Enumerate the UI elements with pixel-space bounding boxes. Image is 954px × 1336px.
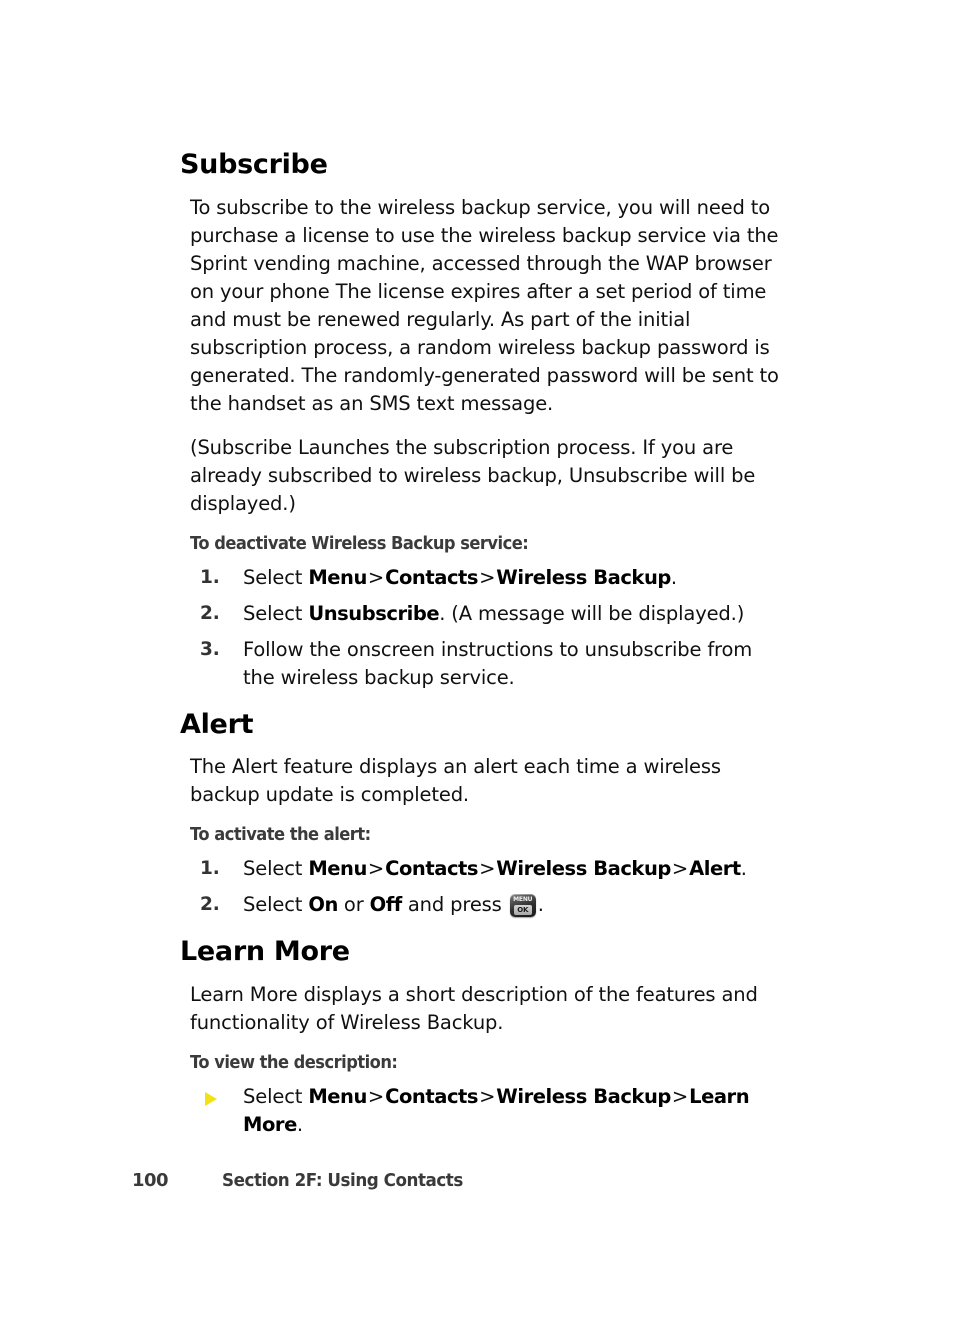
path-separator: > bbox=[479, 1085, 496, 1109]
step-number: 2. bbox=[200, 894, 220, 916]
step-text-press: and press bbox=[401, 893, 508, 917]
ui-term-contacts: Contacts bbox=[385, 1085, 479, 1109]
paragraph: To subscribe to the wireless backup serv… bbox=[190, 195, 779, 415]
ui-term-menu: Menu bbox=[308, 565, 367, 589]
subheading-deactivate: To deactivate Wireless Backup service: bbox=[190, 533, 529, 554]
ui-term-menu: Menu bbox=[308, 857, 367, 881]
list-item: 1. Select Menu>Contacts>Wireless Backup>… bbox=[190, 855, 786, 883]
step-text-or: or bbox=[337, 893, 370, 917]
steps-list-deactivate: 1. Select Menu>Contacts>Wireless Backup.… bbox=[190, 564, 786, 692]
page-title-alert: Alert bbox=[180, 708, 254, 740]
list-item: 2. Select Unsubscribe. (A message will b… bbox=[190, 600, 786, 628]
step-text-suffix: . bbox=[740, 857, 747, 881]
footer-section-label: Section 2F: Using Contacts bbox=[222, 1170, 463, 1191]
section-alert: Alert The Alert feature displays an aler… bbox=[180, 708, 790, 920]
step-text-prefix: Select bbox=[243, 565, 309, 589]
step-text-suffix: . bbox=[537, 893, 544, 917]
ui-term-wireless-backup: Wireless Backup bbox=[496, 1085, 671, 1109]
path-separator: > bbox=[671, 857, 689, 881]
ui-term-menu: Menu bbox=[308, 1085, 367, 1109]
steps-list-alert: 1. Select Menu>Contacts>Wireless Backup>… bbox=[190, 855, 786, 919]
subheading-activate-alert: To activate the alert: bbox=[190, 825, 371, 846]
ui-term-on: On bbox=[308, 893, 338, 917]
learn-more-body: Learn More displays a short description … bbox=[190, 981, 786, 1139]
triangle-bullet-icon bbox=[205, 1092, 217, 1107]
section-learn-more: Learn More Learn More displays a short d… bbox=[180, 937, 790, 1139]
subheading-view-description: To view the description: bbox=[190, 1053, 398, 1074]
section-subscribe: Subscribe To subscribe to the wireless b… bbox=[180, 150, 790, 692]
path-separator: > bbox=[367, 857, 385, 881]
ui-term-alert: Alert bbox=[689, 857, 741, 881]
step-text-prefix: Follow the onscreen instructions to unsu… bbox=[243, 637, 753, 689]
key-bottom-label: OK bbox=[513, 905, 532, 916]
bullet-text-prefix: Select bbox=[243, 1085, 309, 1109]
path-separator: > bbox=[367, 1085, 385, 1109]
key-top-label: MENU bbox=[513, 896, 533, 904]
step-text-suffix: . bbox=[670, 565, 677, 589]
step-text-prefix: Select bbox=[243, 893, 309, 917]
paragraph: (Subscribe Launches the subscription pro… bbox=[190, 435, 756, 515]
step-number: 1. bbox=[200, 566, 220, 588]
page-content: Subscribe To subscribe to the wireless b… bbox=[180, 150, 790, 1139]
document-page: Subscribe To subscribe to the wireless b… bbox=[0, 0, 954, 1336]
page-title-learn-more: Learn More bbox=[180, 936, 350, 968]
subscribe-body: To subscribe to the wireless backup serv… bbox=[190, 194, 786, 692]
step-number: 2. bbox=[200, 602, 220, 624]
list-item: Select Menu>Contacts>Wireless Backup>Lea… bbox=[190, 1083, 786, 1139]
step-text-prefix: Select bbox=[243, 857, 309, 881]
bullet-list-learn-more: Select Menu>Contacts>Wireless Backup>Lea… bbox=[190, 1083, 786, 1139]
step-text-suffix: . (A message will be displayed.) bbox=[439, 601, 745, 625]
ui-term-contacts: Contacts bbox=[385, 857, 479, 881]
ui-term-contacts: Contacts bbox=[385, 565, 479, 589]
ui-term-off: Off bbox=[369, 893, 403, 917]
step-text-prefix: Select bbox=[243, 601, 309, 625]
paragraph: Learn More displays a short description … bbox=[190, 983, 758, 1035]
ui-term-unsubscribe: Unsubscribe bbox=[308, 601, 440, 625]
ui-term-wireless-backup: Wireless Backup bbox=[496, 565, 671, 589]
path-separator: > bbox=[367, 565, 385, 589]
alert-body: The Alert feature displays an alert each… bbox=[190, 753, 786, 919]
step-number: 3. bbox=[200, 638, 220, 660]
menu-ok-key-icon: MENU OK bbox=[509, 894, 536, 918]
step-number: 1. bbox=[200, 858, 220, 880]
path-separator: > bbox=[671, 1085, 689, 1109]
list-item: 2. Select On or Off and press MENU OK. bbox=[190, 891, 786, 919]
path-separator: > bbox=[479, 565, 496, 589]
bullet-text-suffix: . bbox=[296, 1113, 303, 1137]
paragraph: The Alert feature displays an alert each… bbox=[190, 755, 721, 807]
path-separator: > bbox=[479, 857, 496, 881]
ui-term-wireless-backup: Wireless Backup bbox=[496, 857, 671, 881]
list-item: 3. Follow the onscreen instructions to u… bbox=[190, 636, 786, 692]
page-footer: 100 Section 2F: Using Contacts bbox=[132, 1170, 481, 1191]
page-title-subscribe: Subscribe bbox=[180, 149, 328, 180]
page-number: 100 bbox=[132, 1170, 169, 1191]
list-item: 1. Select Menu>Contacts>Wireless Backup. bbox=[190, 564, 786, 592]
